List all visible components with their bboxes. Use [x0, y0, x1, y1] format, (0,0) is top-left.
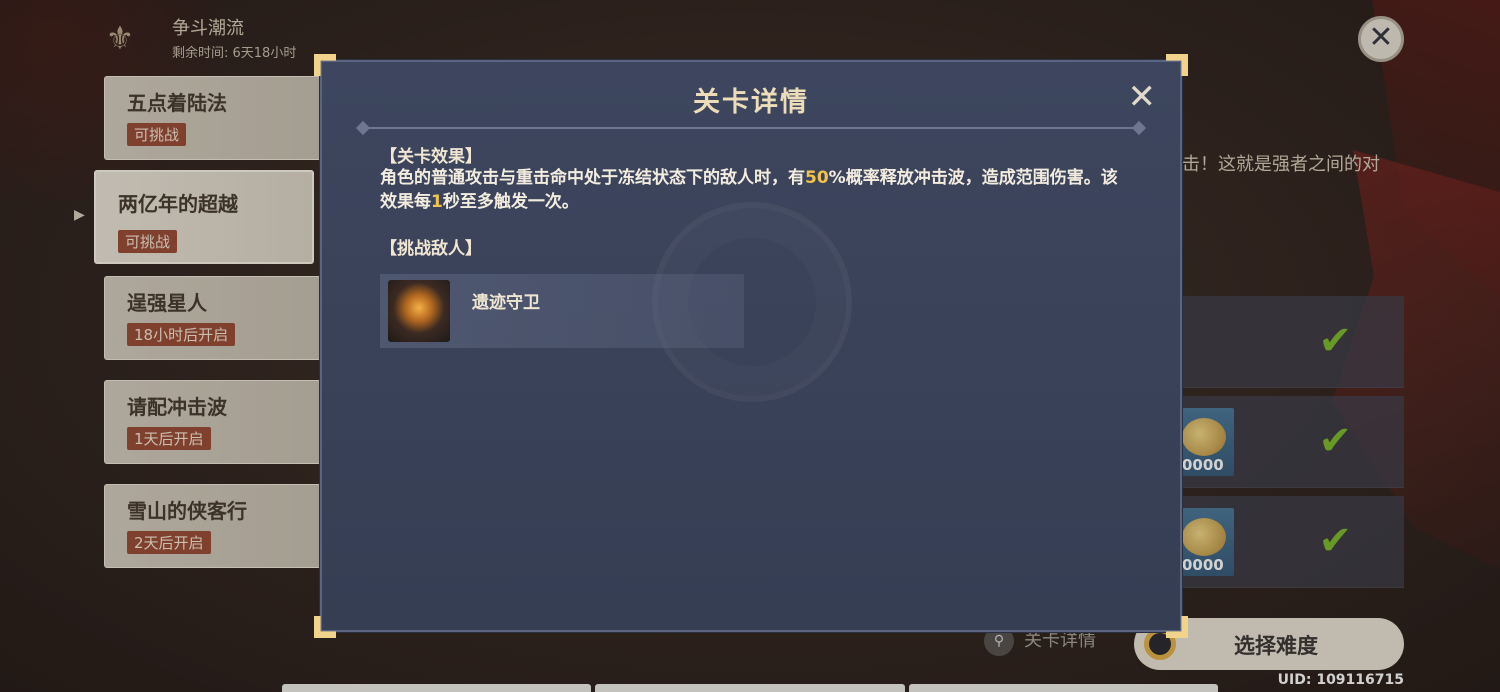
effect-description: 角色的普通攻击与重击命中处于冻结状态下的敌人时，有50%概率释放冲击波，造成范围…	[380, 168, 1118, 212]
corner-ornament	[1166, 616, 1188, 638]
modal-title: 关卡详情	[693, 87, 809, 118]
corner-ornament	[314, 54, 336, 76]
stage-detail-modal: 关卡详情 ✕ 【关卡效果】 角色的普通攻击与重击命中处于冻结状态下的敌人时，有5…	[314, 54, 1182, 632]
enemy-name: 遗迹守卫	[472, 293, 540, 313]
corner-ornament	[1166, 54, 1188, 76]
enemy-item[interactable]: 遗迹守卫	[380, 274, 744, 348]
enemies-heading: 【挑战敌人】	[380, 239, 482, 259]
corner-ornament	[314, 616, 336, 638]
ruin-guard-avatar	[388, 280, 450, 342]
effect-heading: 【关卡效果】	[380, 147, 482, 167]
close-icon[interactable]: ✕	[1128, 80, 1157, 114]
divider	[358, 127, 1144, 129]
effect-percent: 50	[805, 168, 829, 188]
effect-cooldown: 1	[431, 192, 443, 212]
